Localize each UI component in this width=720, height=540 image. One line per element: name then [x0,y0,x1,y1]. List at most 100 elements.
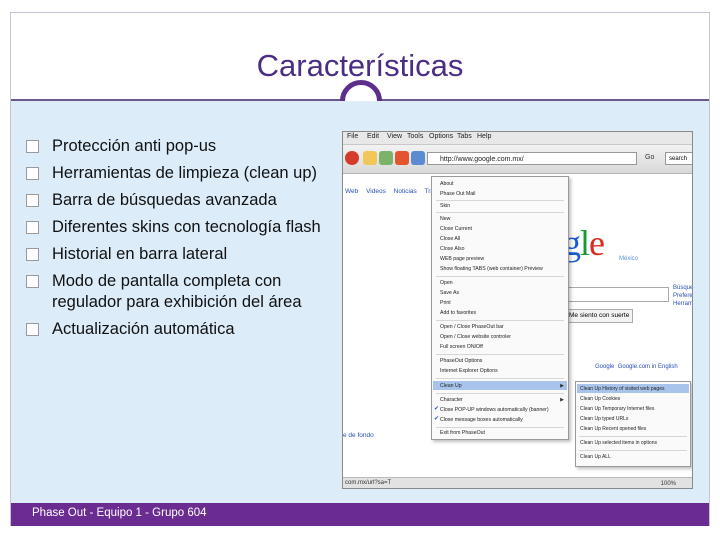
menu-file[interactable]: File [347,133,358,140]
bullet-box-icon [26,323,39,336]
slide-title: Características [256,48,464,83]
bullet-item: Actualización automática [26,319,326,340]
address-bar[interactable]: http://www.google.com.mx/ [427,152,637,165]
menu-item-web-preview[interactable]: WEB page preview [440,256,484,262]
context-menu: About Phase Out Mail Skin New Close Curr… [431,176,569,440]
google-english-link[interactable]: Google.com in English [618,364,678,370]
menu-item-close-current[interactable]: Close Current [440,226,472,232]
link-advanced-search[interactable]: Búsqueda [673,284,692,292]
browser-menubar: File Edit View Tools Options Tabs Help [343,132,692,145]
bullet-item: Herramientas de limpieza (clean up) [26,163,326,184]
google-footer-links: Google Google.com in English [595,364,678,370]
menu-options[interactable]: Options [429,133,453,140]
menu-separator [436,378,564,379]
menu-item-website-controller[interactable]: Open / Close website controler [440,334,511,340]
browser-toolbar: http://www.google.com.mx/ Go search [343,145,692,174]
stop-icon[interactable] [345,151,359,165]
mail-icon[interactable] [395,151,409,165]
google-search-input[interactable] [563,287,669,302]
menu-tabs[interactable]: Tabs [457,133,472,140]
menu-item-phaseout-options[interactable]: PhaseOut Options [440,358,482,364]
menu-item-add-favorites[interactable]: Add to favorites [440,310,476,316]
nav-link-news[interactable]: Noticias [394,188,417,195]
browser-screenshot: File Edit View Tools Options Tabs Help h… [342,131,693,489]
bullet-box-icon [26,221,39,234]
menu-separator [579,436,687,437]
submenu-arrow-icon: ▶ [560,383,564,389]
submenu-arrow-icon: ▶ [560,397,564,403]
bullet-text: Actualización automática [52,320,235,338]
menu-tools[interactable]: Tools [407,133,423,140]
submenu-item-recent-files[interactable]: Clean Up Recent opened files [580,426,646,432]
bullet-text: Diferentes skins con tecnología flash [52,218,321,236]
menu-separator [436,276,564,277]
menu-separator [436,200,564,201]
bullet-box-icon [26,167,39,180]
submenu-item-temp-files[interactable]: Clean Up Temporary Internet files [580,406,654,412]
menu-item-floating-tabs[interactable]: Show floating TABS (web container) Previ… [440,266,543,272]
menu-item-full-screen[interactable]: Full screen ON/Off [440,344,483,350]
footer-text: Phase Out - Equipo 1 - Grupo 604 [32,507,207,519]
go-button[interactable]: Go [645,154,654,161]
bullet-item: Historial en barra lateral [26,244,326,265]
menu-item-close-popups[interactable]: Close POP-UP windows automatically (bann… [440,407,549,413]
menu-item-clean-up[interactable]: Clean Up [440,383,462,389]
menu-item-new[interactable]: New [440,216,450,222]
bullet-item: Protección anti pop-us [26,136,326,157]
google-link[interactable]: Google [595,364,614,370]
menu-separator [436,427,564,428]
menu-item-close-all[interactable]: Close All [440,236,460,242]
menu-help[interactable]: Help [477,133,491,140]
menu-item-open[interactable]: Open [440,280,453,286]
bullet-text: Barra de búsquedas avanzada [52,191,277,209]
bullet-box-icon [26,248,39,261]
bullet-text: Herramientas de limpieza (clean up) [52,164,318,182]
refresh-icon[interactable] [379,151,393,165]
bullet-text: Modo de pantalla completa con regulador … [52,272,302,311]
submenu-item-cookies[interactable]: Clean Up Cookies [580,396,620,402]
zoom-level[interactable]: 100% [661,481,676,487]
menu-item-print[interactable]: Print [440,300,451,306]
bullet-box-icon [26,194,39,207]
menu-item-close-also[interactable]: Close Also [440,246,465,252]
bullet-box-icon [26,140,39,153]
menu-edit[interactable]: Edit [367,133,379,140]
submenu-item-all[interactable]: Clean Up ALL [580,454,611,460]
menu-item-mail[interactable]: Phase Out Mail [440,191,475,197]
bullet-text: Protección anti pop-us [52,137,217,155]
menu-separator [579,450,687,451]
bullet-list: Protección anti pop-us Herramientas de l… [26,136,326,346]
nav-link-videos[interactable]: Videos [366,188,386,195]
menu-item-skin[interactable]: Skin [440,203,450,209]
lucky-button[interactable]: Me siento con suerte [565,309,634,323]
menu-item-about[interactable]: About [440,181,454,187]
menu-item-toggle-bar[interactable]: Open / Close PhaseOut bar [440,324,504,330]
google-side-links: Búsqueda Preferenc Herramie [673,284,692,308]
bullet-item: Modo de pantalla completa con regulador … [26,271,326,313]
menu-separator [436,393,564,394]
menu-item-close-message-boxes[interactable]: Close message boxes automatically [440,417,523,423]
background-link[interactable]: e de fondo [343,432,374,439]
link-preferences[interactable]: Preferenc [673,292,692,300]
submenu-item-selected[interactable]: Clean Up selected items in options [580,440,657,446]
menu-item-save-as[interactable]: Save As [440,290,459,296]
bullet-box-icon [26,275,39,288]
nav-link-web[interactable]: Web [345,188,358,195]
home-icon[interactable] [363,151,377,165]
bullet-text: Historial en barra lateral [52,245,228,263]
footer-bar: Phase Out - Equipo 1 - Grupo 604 [11,503,709,526]
check-icon: ✔ [434,406,440,412]
menu-item-ie-options[interactable]: Internet Explorer Options [440,368,498,374]
menu-item-character[interactable]: Character [440,397,463,403]
google-logo-letter: l [580,223,590,263]
status-text: com.mx/url?sa=T [345,480,392,486]
link-tools[interactable]: Herramie [673,300,692,308]
status-bar: com.mx/url?sa=T [343,477,692,488]
submenu-item-history[interactable]: Clean Up History of visited web pages [580,386,665,392]
toolbar-search-input[interactable]: search [665,152,692,165]
menu-separator [436,212,564,213]
menu-view[interactable]: View [387,133,402,140]
menu-item-exit[interactable]: Exit from PhaseOut [440,430,485,436]
favorites-icon[interactable] [411,151,425,165]
submenu-item-typed-urls[interactable]: Clean Up typed URLs [580,416,628,422]
